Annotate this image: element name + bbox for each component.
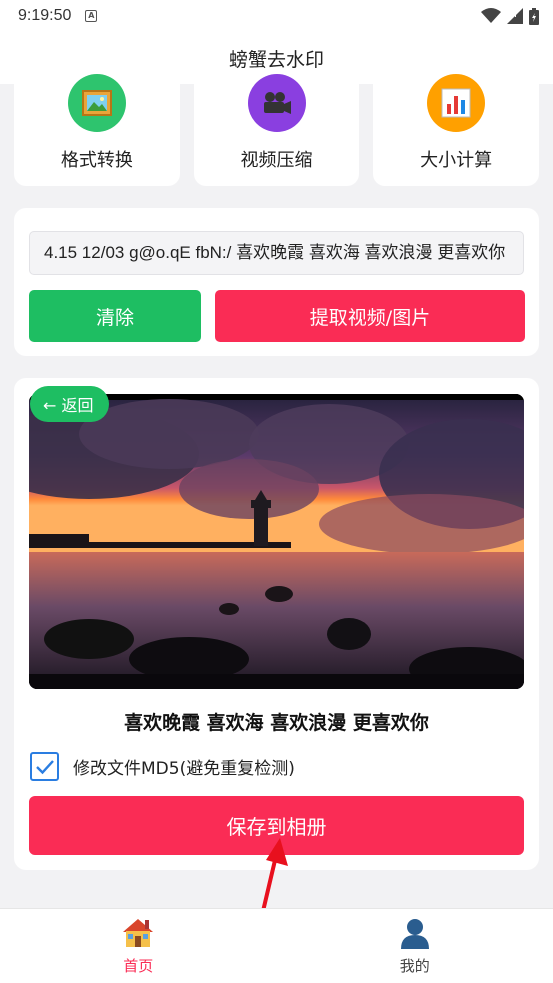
tool-label: 大小计算 [420,150,493,171]
back-button[interactable]: ← 返回 [30,386,109,422]
video-caption: 喜欢晚霞 喜欢海 喜欢浪漫 更喜欢你 [124,712,429,734]
tool-format-convert[interactable]: 格式转换 [14,74,180,186]
bottom-tab-bar: 首页 我的 [0,908,553,983]
app-title: 螃蟹去水印 [228,48,324,71]
wifi-icon [481,8,501,23]
person-icon [400,919,429,949]
bar-chart-icon [427,74,486,132]
cellular-signal-icon [507,8,523,24]
tool-label: 格式转换 [60,150,133,171]
md5-label: 修改文件MD5(避免重复检测) [73,759,295,779]
md5-option[interactable]: 修改文件MD5(避免重复检测) [30,752,295,781]
tool-video-compress[interactable]: 视频压缩 [193,74,360,186]
battery-icon [529,7,539,25]
tab-home-label: 首页 [123,957,154,975]
status-bar: 9:19:50 A [0,0,553,32]
link-input-card: 4.15 12/03 g@o.qE fbN:/ 喜欢晚霞 喜欢海 喜欢浪漫 更喜… [14,208,539,356]
tool-label: 视频压缩 [240,150,313,171]
result-card: ← 返回 喜欢晚霞 喜欢海 喜欢浪漫 更喜欢你 修改文件MD5(避免重复检测) … [14,378,539,870]
image-icon [67,74,126,132]
media-preview[interactable] [29,394,524,689]
tools-row: 格式转换 视频压缩 大小计算 [14,74,540,188]
checkmark-icon [35,759,54,774]
sunset-lighthouse-image [29,394,524,689]
tab-home[interactable]: 首页 [0,909,277,983]
clear-button[interactable]: 清除 [29,290,201,342]
house-icon [123,919,154,947]
tab-mine-label: 我的 [399,957,430,975]
md5-checkbox[interactable] [30,752,59,781]
video-camera-icon [247,74,306,132]
tool-size-calculate[interactable]: 大小计算 [373,74,540,186]
accessibility-notification-icon: A [85,10,98,22]
share-link-input[interactable]: 4.15 12/03 g@o.qE fbN:/ 喜欢晚霞 喜欢海 喜欢浪漫 更喜… [29,231,524,275]
tab-mine[interactable]: 我的 [277,909,553,983]
status-time: 9:19:50 [18,7,72,24]
extract-button[interactable]: 提取视频/图片 [215,290,525,342]
